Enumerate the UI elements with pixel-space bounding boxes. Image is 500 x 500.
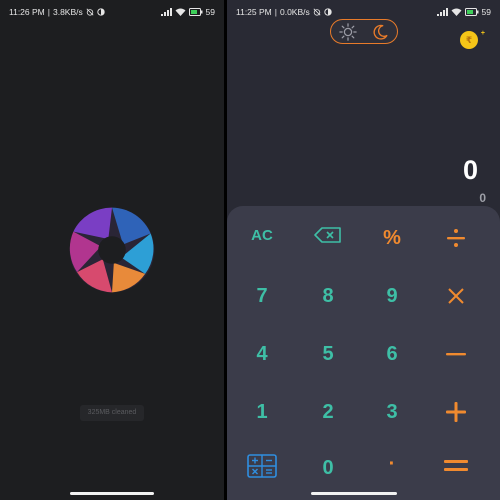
alarm-off-icon xyxy=(86,8,94,16)
status-separator: | xyxy=(274,7,277,17)
multiply-icon xyxy=(448,288,464,304)
digit-8-button[interactable]: 8 xyxy=(298,274,358,318)
digit-4-button[interactable]: 4 xyxy=(232,332,292,376)
calculator-mode-button[interactable] xyxy=(232,444,292,488)
app-logo xyxy=(69,207,155,293)
divide-icon xyxy=(447,229,465,247)
digit-1-button[interactable]: 1 xyxy=(232,390,292,434)
backspace-icon xyxy=(314,227,341,243)
digit-9-button[interactable]: 9 xyxy=(362,274,422,318)
sun-icon[interactable] xyxy=(339,23,357,41)
keypad: AC % 7 8 9 4 5 6 1 2 3 0 · xyxy=(227,206,500,500)
data-saver-icon xyxy=(324,8,332,16)
percent-button[interactable]: % xyxy=(362,216,422,260)
theme-toggle xyxy=(330,19,398,44)
status-network-speed: 3.8KB/s xyxy=(52,7,83,17)
backspace-button[interactable] xyxy=(298,213,358,257)
multiply-button[interactable] xyxy=(426,274,486,318)
digit-5-button[interactable]: 5 xyxy=(298,332,358,376)
status-network-speed: 0.0KB/s xyxy=(279,7,310,17)
decimal-button[interactable]: · xyxy=(362,442,422,486)
battery-icon xyxy=(464,8,479,16)
wifi-icon xyxy=(451,8,462,16)
all-clear-button[interactable]: AC xyxy=(232,213,292,257)
equals-icon xyxy=(444,460,468,471)
calculator-screen: 11:25 PM | 0.0KB/s 59 ₹ + 0 0 AC % 7 8 9… xyxy=(227,0,500,500)
status-bar: 11:25 PM | 0.0KB/s 59 xyxy=(227,6,500,20)
status-time: 11:25 PM xyxy=(236,7,272,17)
digit-2-button[interactable]: 2 xyxy=(298,390,358,434)
cleaned-toast: 325MB cleaned xyxy=(80,405,144,421)
rewards-plus: + xyxy=(480,30,485,37)
signal-icon xyxy=(436,8,448,16)
status-bar: 11:26 PM | 3.8KB/s 59 xyxy=(0,6,224,20)
digit-7-button[interactable]: 7 xyxy=(232,274,292,318)
cleaner-splash-screen: 11:26 PM | 3.8KB/s 59 325MB cleaned xyxy=(0,0,224,500)
minus-icon xyxy=(446,353,466,356)
result-display: 0 xyxy=(462,155,478,185)
plus-button[interactable] xyxy=(426,390,486,434)
rewards-coin-icon[interactable]: ₹ xyxy=(460,31,478,49)
battery-level: 59 xyxy=(481,7,491,17)
wifi-icon xyxy=(175,8,186,16)
digit-0-button[interactable]: 0 xyxy=(298,446,358,490)
battery-icon xyxy=(188,8,203,16)
calculator-icon xyxy=(247,454,277,478)
divide-button[interactable] xyxy=(426,216,486,260)
moon-icon[interactable] xyxy=(371,23,389,41)
expression-display: 0 xyxy=(479,191,486,205)
gesture-nav-bar[interactable] xyxy=(70,492,154,495)
signal-icon xyxy=(160,8,172,16)
data-saver-icon xyxy=(97,8,105,16)
status-separator: | xyxy=(47,7,50,17)
plus-icon xyxy=(446,402,466,422)
status-time: 11:26 PM xyxy=(9,7,45,17)
alarm-off-icon xyxy=(313,8,321,16)
minus-button[interactable] xyxy=(426,332,486,376)
battery-level: 59 xyxy=(205,7,215,17)
digit-6-button[interactable]: 6 xyxy=(362,332,422,376)
equals-button[interactable] xyxy=(426,444,486,488)
gesture-nav-bar[interactable] xyxy=(311,492,397,495)
digit-3-button[interactable]: 3 xyxy=(362,390,422,434)
